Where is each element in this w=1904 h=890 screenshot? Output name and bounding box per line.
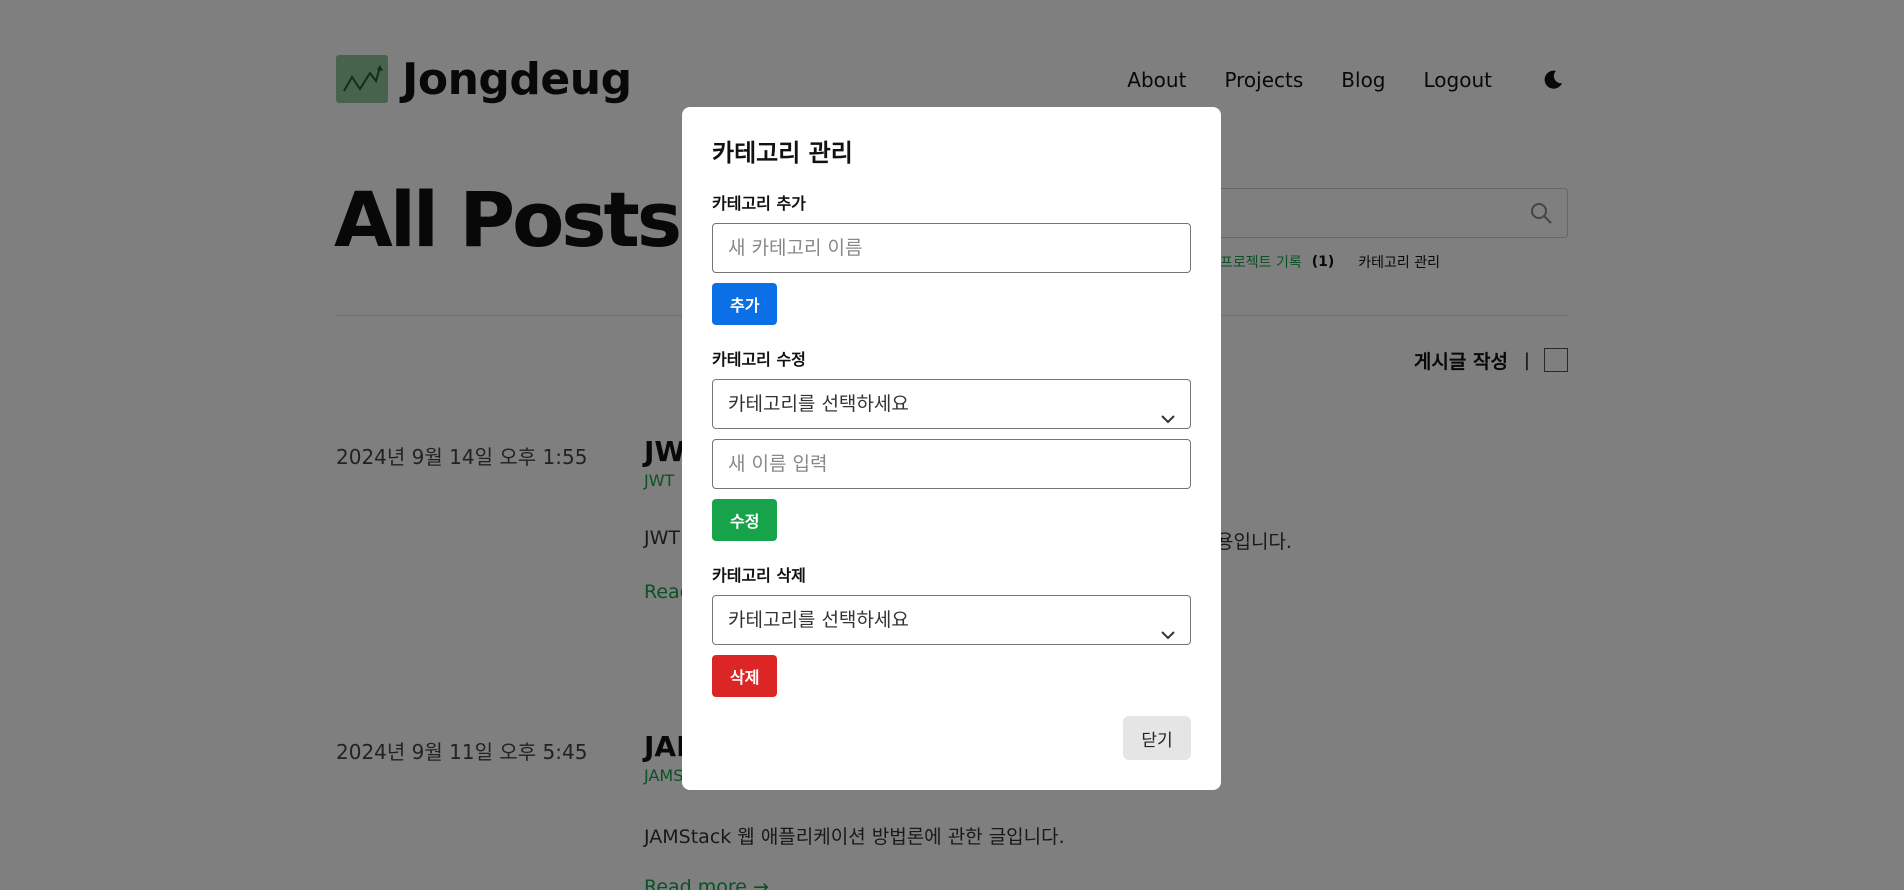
add-category-label: 카테고리 추가 — [712, 194, 806, 213]
close-button[interactable]: 닫기 — [1123, 716, 1191, 760]
delete-category-button[interactable]: 삭제 — [712, 655, 778, 697]
chevron-down-icon — [1160, 613, 1176, 661]
edit-category-button[interactable]: 수정 — [712, 499, 778, 541]
delete-category-select[interactable]: 카테고리를 선택하세요 — [712, 595, 1191, 645]
edit-category-select-value: 카테고리를 선택하세요 — [728, 393, 909, 415]
category-manage-modal: 카테고리 관리 카테고리 추가 새 카테고리 이름 추가 카테고리 수정 카테고… — [682, 107, 1221, 790]
add-category-button[interactable]: 추가 — [712, 283, 778, 325]
delete-category-label: 카테고리 삭제 — [712, 566, 806, 585]
modal-title: 카테고리 관리 — [712, 139, 853, 167]
new-category-input[interactable]: 새 카테고리 이름 — [712, 223, 1191, 273]
delete-category-select-value: 카테고리를 선택하세요 — [728, 609, 909, 631]
edit-category-label: 카테고리 수정 — [712, 350, 806, 369]
rename-category-input[interactable]: 새 이름 입력 — [712, 439, 1191, 489]
edit-category-select[interactable]: 카테고리를 선택하세요 — [712, 379, 1191, 429]
chevron-down-icon — [1160, 397, 1176, 445]
